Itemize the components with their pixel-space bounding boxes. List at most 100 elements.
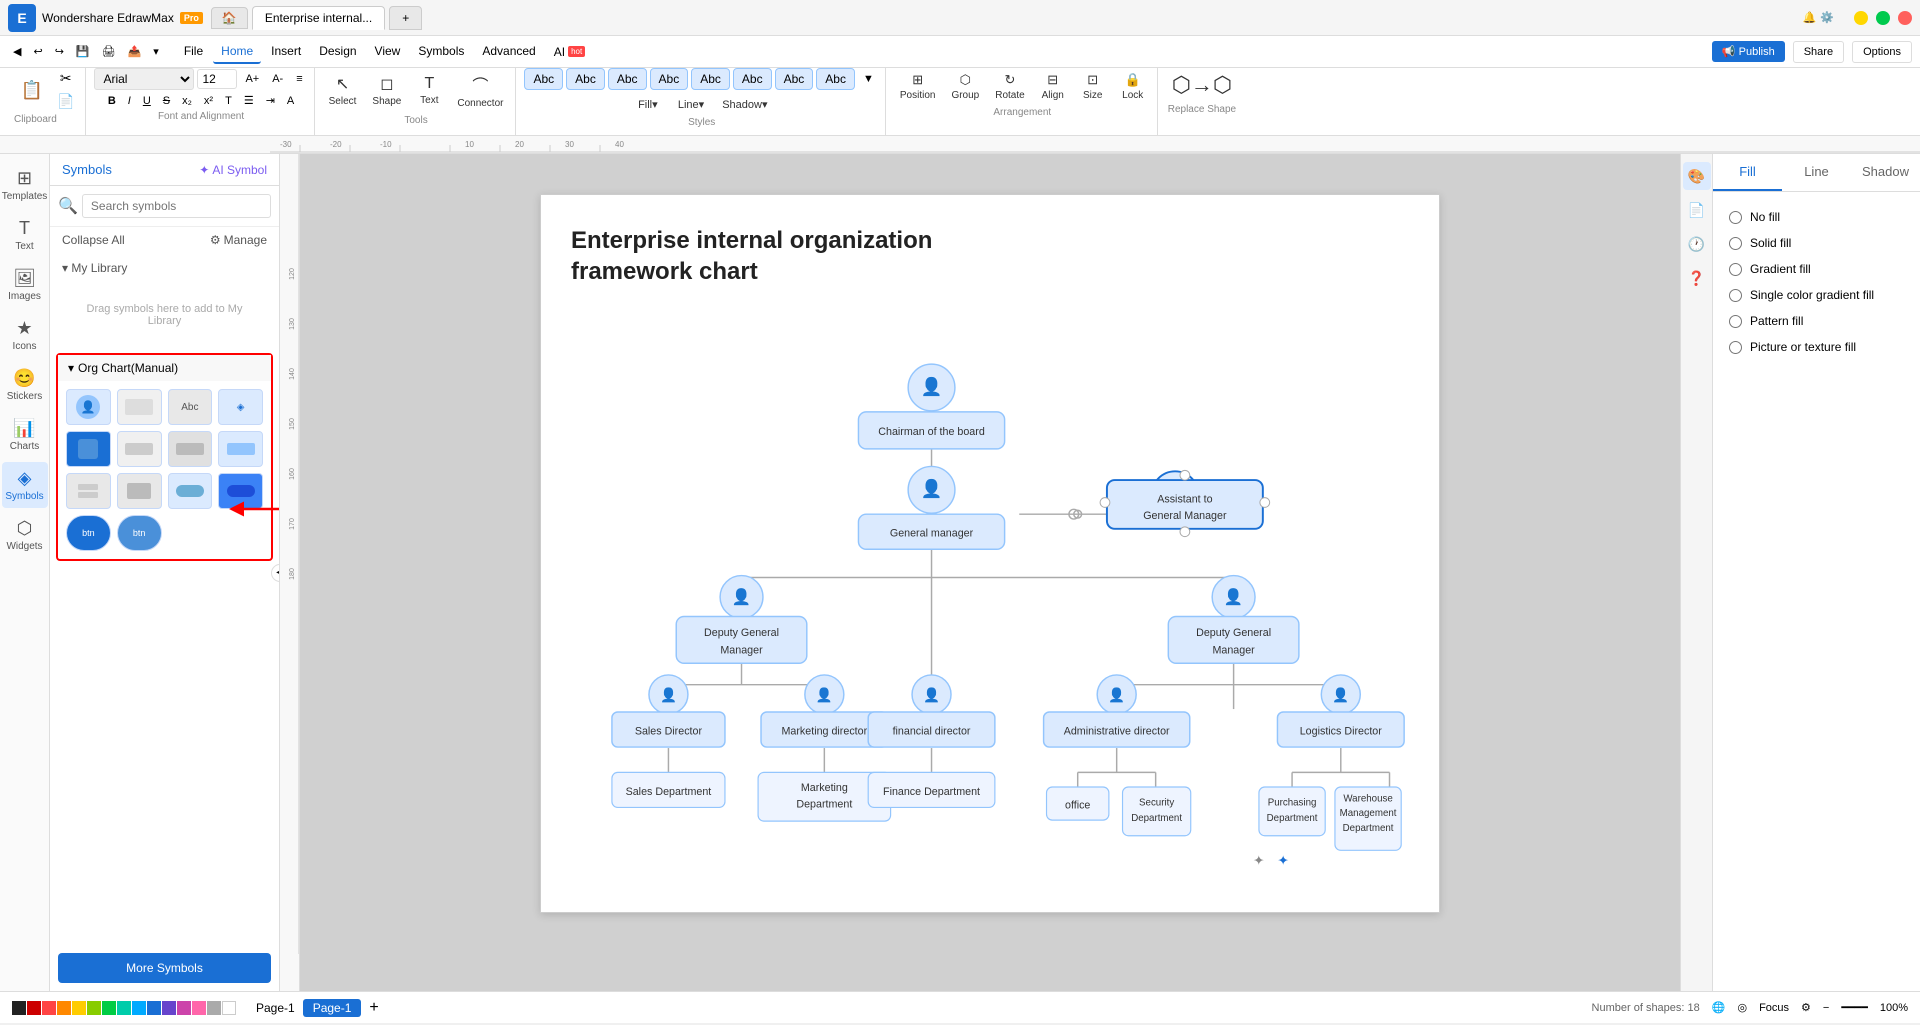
line-btn[interactable]: Line▾ (672, 94, 710, 115)
finance-dept-label[interactable]: Finance Department (883, 786, 980, 798)
financial-director-node[interactable]: 👤 financial director (868, 675, 995, 747)
more-symbols-btn[interactable]: More Symbols (58, 953, 271, 983)
color-blue[interactable] (147, 1001, 161, 1015)
page-tab-1[interactable]: Page-1 (303, 999, 362, 1017)
text-style[interactable]: T (220, 93, 237, 109)
color-pink[interactable] (177, 1001, 191, 1015)
text-btn[interactable]: T Text (411, 71, 447, 110)
size-btn[interactable]: ⊡ Size (1075, 68, 1111, 105)
tab-symbols[interactable]: Symbols (62, 162, 112, 177)
publish-btn[interactable]: 📢 Publish (1712, 41, 1785, 62)
list-btn[interactable]: ☰ (239, 92, 259, 109)
select-btn[interactable]: ↖ Select (323, 70, 363, 111)
share-btn[interactable]: Share (1793, 41, 1844, 63)
canvas-area[interactable]: 120 130 140 150 160 170 180 (280, 154, 1680, 991)
sidebar-item-stickers[interactable]: 😊 Stickers (2, 362, 48, 408)
org-sym-3[interactable]: Abc (168, 389, 213, 425)
connector-btn[interactable]: ⌒ Connector (451, 68, 509, 113)
org-chart-header[interactable]: ▾ Org Chart(Manual) (58, 355, 271, 381)
export-btn[interactable]: 📤 (123, 43, 147, 60)
more-btn[interactable]: ▾ (148, 43, 164, 60)
sidebar-item-widgets[interactable]: ⬡ Widgets (2, 512, 48, 558)
no-fill-radio[interactable] (1729, 211, 1742, 224)
sales-dept-label[interactable]: Sales Department (626, 786, 712, 798)
org-sym-7[interactable] (168, 431, 213, 467)
assistant-node[interactable]: 👤 Assistant to General Manager (1100, 471, 1270, 537)
align-btn[interactable]: ⊟ Align (1035, 68, 1071, 105)
style-2[interactable]: Abc (566, 68, 605, 90)
gradient-fill-option[interactable]: Gradient fill (1725, 256, 1908, 282)
position-btn[interactable]: ⊞ Position (894, 68, 942, 105)
sidebar-item-icons[interactable]: ★ Icons (2, 312, 48, 358)
subscript-btn[interactable]: x₂ (177, 93, 197, 109)
sidebar-item-templates[interactable]: ⊞ Templates (2, 162, 48, 208)
underline-btn[interactable]: U (138, 93, 156, 109)
sidebar-item-text[interactable]: T Text (2, 212, 48, 258)
shadow-btn[interactable]: Shadow▾ (716, 94, 773, 115)
org-sym-8[interactable] (218, 431, 263, 467)
tab-home[interactable]: 🏠 (211, 7, 248, 29)
strikethrough-btn[interactable]: S (158, 93, 175, 109)
color-black[interactable] (12, 1001, 26, 1015)
org-chart-svg[interactable]: 👤 Chairman of the board 👤 General manage… (571, 317, 1409, 877)
bold-btn[interactable]: B (103, 93, 121, 109)
org-sym-11[interactable] (168, 473, 213, 509)
undo-btn[interactable]: ↩ (28, 43, 47, 60)
my-library-header[interactable]: ▾ My Library (50, 253, 279, 283)
sidebar-item-images[interactable]: 🖼 Images (2, 262, 48, 308)
fill-btn[interactable]: Fill▾ (630, 94, 666, 115)
style-4[interactable]: Abc (650, 68, 689, 90)
style-5[interactable]: Abc (691, 68, 730, 90)
sparkle-icon-2[interactable]: ✦ (1277, 853, 1289, 868)
font-size-increase[interactable]: A+ (240, 71, 264, 87)
indent-btn[interactable]: ⇥ (261, 92, 280, 109)
menu-view[interactable]: View (367, 40, 409, 64)
restore-btn[interactable] (1876, 11, 1890, 25)
font-color[interactable]: A (282, 93, 299, 109)
sparkle-icon-1[interactable]: ✦ (1253, 853, 1265, 868)
logistics-director-node[interactable]: 👤 Logistics Director (1277, 675, 1404, 747)
options-btn[interactable]: Options (1852, 41, 1912, 63)
office-label[interactable]: office (1065, 800, 1090, 812)
menu-home[interactable]: Home (213, 40, 261, 64)
solid-fill-option[interactable]: Solid fill (1725, 230, 1908, 256)
color-orange[interactable] (57, 1001, 71, 1015)
ai-symbol-btn[interactable]: ✦ AI Symbol (199, 163, 267, 177)
fill-panel-icon[interactable]: 🎨 (1683, 162, 1711, 190)
marketing-dept-label[interactable]: Marketing (801, 782, 848, 794)
tab-shadow[interactable]: Shadow (1851, 154, 1920, 191)
color-gray[interactable] (207, 1001, 221, 1015)
redo-btn[interactable]: ↪ (50, 43, 69, 60)
font-size-input[interactable] (197, 69, 237, 89)
org-sym-10[interactable] (117, 473, 162, 509)
focus-icon[interactable]: ◎ (1737, 1001, 1747, 1014)
add-page-btn[interactable]: + (369, 999, 378, 1017)
nav-back[interactable]: ◀ (8, 43, 26, 60)
org-sym-5[interactable] (66, 431, 111, 467)
org-sym-1[interactable]: 👤 (66, 389, 111, 425)
solid-fill-radio[interactable] (1729, 237, 1742, 250)
menu-insert[interactable]: Insert (263, 40, 309, 64)
close-btn[interactable] (1898, 11, 1912, 25)
org-sym-6[interactable] (117, 431, 162, 467)
zoom-out-btn[interactable]: − (1823, 1002, 1829, 1014)
superscript-btn[interactable]: x² (199, 93, 218, 109)
picture-fill-radio[interactable] (1729, 341, 1742, 354)
color-white[interactable] (222, 1001, 236, 1015)
security-dept-label[interactable]: Security (1139, 798, 1174, 809)
org-sym-9[interactable] (66, 473, 111, 509)
tab-fill[interactable]: Fill (1713, 154, 1782, 191)
picture-fill-option[interactable]: Picture or texture fill (1725, 334, 1908, 360)
history-panel-icon[interactable]: 🕐 (1683, 230, 1711, 258)
style-1[interactable]: Abc (524, 68, 563, 90)
italic-btn[interactable]: I (123, 93, 136, 109)
styles-expand[interactable]: ▼ (858, 71, 879, 87)
settings-icon[interactable]: ⚙ (1801, 1001, 1811, 1014)
help-panel-icon[interactable]: ❓ (1683, 264, 1711, 292)
color-yellow[interactable] (72, 1001, 86, 1015)
print-btn[interactable]: 🖨 (97, 43, 121, 60)
sales-director-node[interactable]: 👤 Sales Director (612, 675, 725, 747)
color-teal[interactable] (117, 1001, 131, 1015)
single-color-radio[interactable] (1729, 289, 1742, 302)
chairman-node[interactable]: 👤 Chairman of the board (858, 364, 1004, 449)
